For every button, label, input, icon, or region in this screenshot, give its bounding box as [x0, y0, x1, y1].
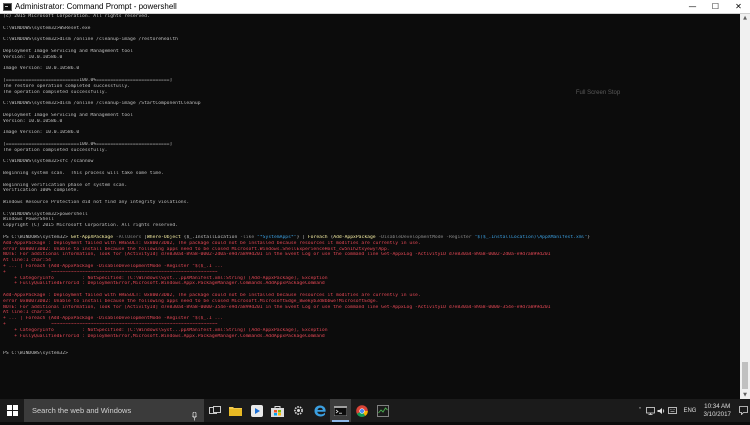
maximize-button[interactable]: ☐	[704, 0, 727, 14]
console-line: PS C:\WINDOWS\system32>	[3, 351, 68, 357]
network-icon[interactable]	[645, 399, 656, 422]
file-explorer-icon	[229, 407, 242, 416]
close-button[interactable]: ✕	[727, 0, 750, 14]
console-token: Where-Object	[146, 234, 181, 240]
title-bar: Administrator: Command Prompt - powershe…	[0, 0, 750, 14]
settings-button[interactable]	[288, 399, 309, 422]
console-token: "$($_.InstallLocation)\AppXManifest.xml"	[474, 234, 588, 240]
show-hidden-icons-icon[interactable]: ˄	[634, 399, 645, 422]
store-button[interactable]	[267, 399, 288, 422]
media-player-icon	[250, 404, 263, 417]
taskbar: Search the web and Windows ˄ ENG 10:34 A…	[0, 399, 750, 422]
scroll-up-icon[interactable]: ▲	[740, 14, 750, 22]
task-view-button[interactable]	[204, 399, 225, 422]
store-icon	[271, 405, 284, 417]
console-output[interactable]: (c) 2015 Microsoft Corporation. All righ…	[1, 14, 740, 399]
command-prompt-icon	[3, 2, 12, 11]
network-monitor-icon	[376, 404, 389, 417]
console-token: "*SystemApps*"	[254, 234, 297, 240]
input-language[interactable]: ENG	[683, 408, 696, 414]
console-token: } |	[296, 234, 308, 240]
window-title: Administrator: Command Prompt - powershe…	[15, 1, 177, 11]
microphone-icon[interactable]	[192, 406, 197, 421]
task-view-icon	[208, 405, 221, 414]
scrollbar-thumb[interactable]	[742, 362, 748, 389]
console-token: {$_.InstallLocation	[180, 234, 241, 240]
media-player-button[interactable]	[246, 399, 267, 422]
console-token: Add-AppxPackage	[333, 234, 376, 240]
clock[interactable]: 10:34 AM 3/10/2017	[703, 403, 731, 418]
command-prompt-icon	[334, 405, 347, 416]
network-monitor-button[interactable]	[372, 399, 393, 422]
action-center-icon[interactable]	[736, 399, 750, 422]
console-token: Get-AppXPackage	[70, 234, 114, 240]
taskbar-search-box[interactable]: Search the web and Windows	[24, 399, 204, 422]
scroll-down-icon[interactable]: ▼	[740, 391, 750, 399]
chrome-button[interactable]	[351, 399, 372, 422]
clock-time: 10:34 AM	[704, 403, 731, 410]
clock-date: 3/10/2017	[703, 410, 731, 418]
windows-logo-icon	[7, 405, 18, 416]
settings-icon	[294, 406, 303, 415]
edge-button[interactable]	[309, 399, 330, 422]
console-token: -like	[240, 234, 255, 240]
console-token: Foreach	[307, 234, 328, 240]
console-token: -AllUsers	[113, 234, 145, 240]
console-token: -DisableDevelopmentMode -Register	[375, 234, 475, 240]
edge-icon	[314, 405, 326, 416]
volume-icon[interactable]	[656, 399, 667, 422]
minimize-button[interactable]: —	[681, 0, 704, 14]
command-prompt-taskbar-button[interactable]	[330, 399, 351, 422]
full-screen-stop-overlay: Full Screen Stop	[575, 90, 621, 96]
system-tray: ˄ ENG 10:34 AM 3/10/2017	[634, 399, 750, 422]
keyboard-icon[interactable]	[667, 399, 678, 422]
search-placeholder: Search the web and Windows	[32, 406, 132, 415]
vertical-scrollbar[interactable]: ▲ ▼	[740, 14, 750, 399]
chrome-icon	[355, 404, 368, 417]
window-controls: — ☐ ✕	[681, 0, 750, 14]
console-token: PS C:\WINDOWS\system32>	[3, 234, 71, 240]
start-button[interactable]	[0, 399, 24, 422]
console-token: }	[587, 234, 591, 240]
file-explorer-button[interactable]	[225, 399, 246, 422]
